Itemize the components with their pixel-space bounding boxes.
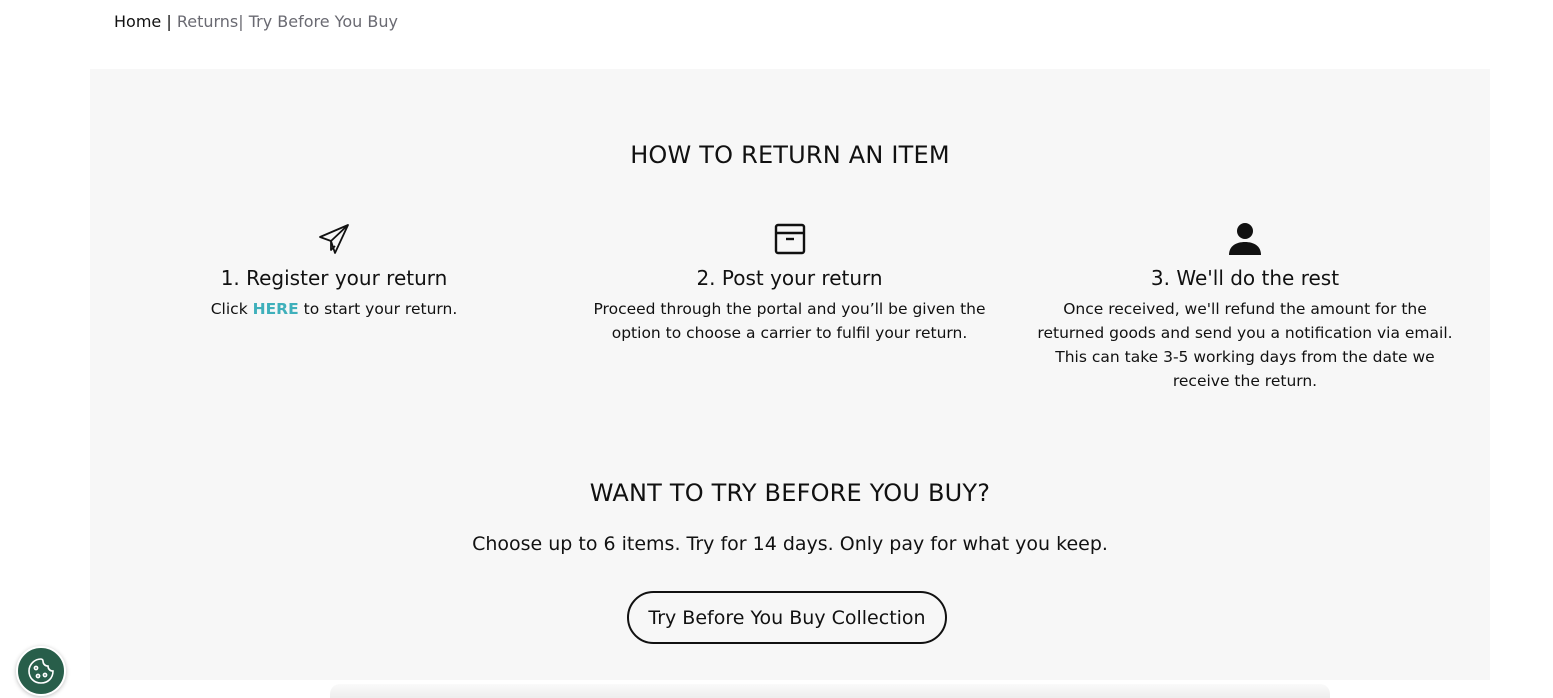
box-icon (773, 222, 807, 256)
step-1-title: 1. Register your return (220, 266, 448, 290)
returns-panel: HOW TO RETURN AN ITEM 1. Register your r… (90, 69, 1490, 680)
cookie-settings-button[interactable] (16, 646, 66, 696)
try-before-tagline: Choose up to 6 items. Try for 14 days. O… (472, 533, 1108, 555)
paper-plane-icon (317, 222, 351, 256)
step-3-title: 3. We'll do the rest (1150, 266, 1340, 290)
breadcrumb-current-page: | Try Before You Buy (238, 12, 398, 31)
try-before-title: WANT TO TRY BEFORE YOU BUY? (589, 479, 991, 507)
breadcrumb-home-link[interactable]: Home (114, 12, 161, 31)
step-3-text: Once received, we'll refund the amount f… (1037, 300, 1453, 390)
bottom-popup-edge (330, 684, 1330, 698)
step-1-text-after: to start your return. (298, 300, 458, 318)
step-post: 2. Post your return Proceed through the … (588, 222, 991, 345)
breadcrumb: Home | Returns| Try Before You Buy (114, 11, 398, 33)
start-return-link[interactable]: HERE (253, 300, 299, 318)
return-section-title: HOW TO RETURN AN ITEM (630, 141, 950, 169)
step-2-text: Proceed through the portal and you’ll be… (593, 300, 986, 342)
return-steps: 1. Register your return Click HERE to st… (90, 222, 1490, 412)
step-register: 1. Register your return Click HERE to st… (199, 222, 469, 321)
breadcrumb-separator: | (161, 12, 172, 31)
try-before-collection-button[interactable]: Try Before You Buy Collection (627, 591, 947, 644)
step-1-text: Click HERE to start your return. (199, 297, 469, 321)
step-rest: 3. We'll do the rest Once received, we'l… (1030, 222, 1460, 393)
person-icon (1228, 222, 1262, 256)
breadcrumb-returns-link[interactable]: Returns (172, 12, 238, 31)
step-2-title: 2. Post your return (696, 266, 883, 290)
step-1-text-before: Click (210, 300, 253, 318)
cookie-icon (28, 658, 54, 684)
